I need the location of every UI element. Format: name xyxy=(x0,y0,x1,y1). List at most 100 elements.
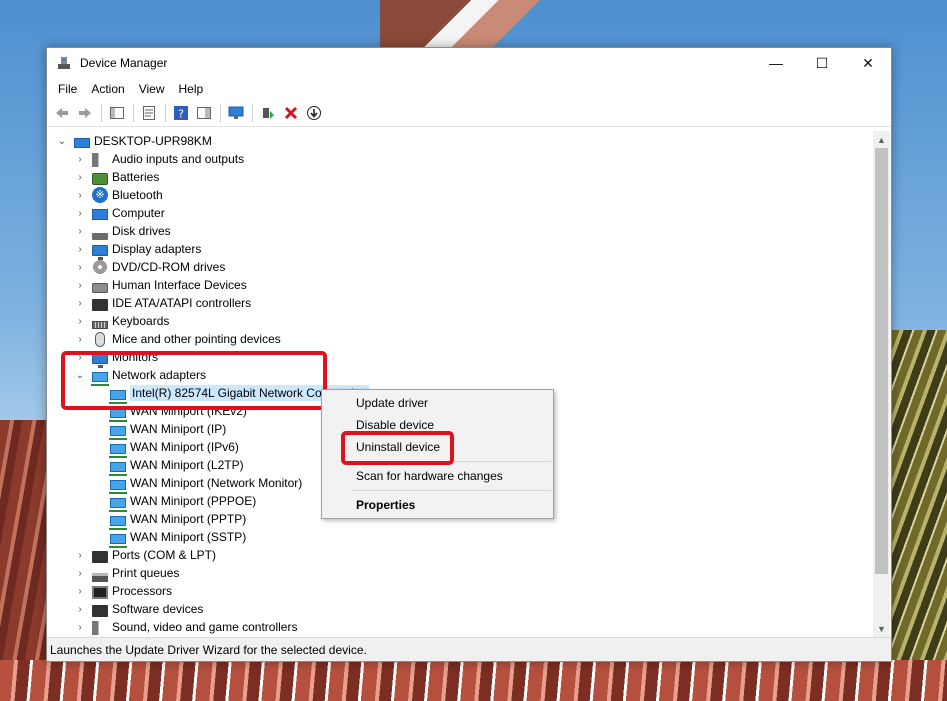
menu-item-update-driver[interactable]: Update driver xyxy=(356,393,428,413)
tree-category[interactable]: › Mice and other pointing devices xyxy=(74,330,281,348)
computer-icon xyxy=(74,138,90,148)
vertical-scrollbar[interactable]: ▲ ▼ xyxy=(873,131,890,637)
tree-device[interactable]: WAN Miniport (SSTP) xyxy=(109,528,246,548)
chevron-right-icon[interactable]: › xyxy=(74,330,86,348)
show-hide-console-tree-icon[interactable] xyxy=(106,102,128,124)
tree-device[interactable]: WAN Miniport (Network Monitor) xyxy=(109,474,302,494)
battery-icon xyxy=(92,173,108,185)
chevron-right-icon[interactable]: › xyxy=(74,186,86,204)
tree-category-label: Computer xyxy=(112,206,165,220)
chevron-right-icon[interactable]: › xyxy=(74,600,86,618)
menu-item-scan-hardware[interactable]: Scan for hardware changes xyxy=(356,466,503,486)
tree-category[interactable]: › Human Interface Devices xyxy=(74,276,247,294)
tree-root[interactable]: ⌄ DESKTOP-UPR98KM xyxy=(56,132,212,150)
tree-category[interactable]: › Ports (COM & LPT) xyxy=(74,546,216,564)
menu-help[interactable]: Help xyxy=(172,78,211,100)
chevron-right-icon[interactable]: › xyxy=(74,204,86,222)
chevron-right-icon[interactable]: › xyxy=(74,582,86,600)
tree-category[interactable]: › Disk drives xyxy=(74,222,171,240)
menu-view[interactable]: View xyxy=(132,78,172,100)
chevron-right-icon[interactable]: › xyxy=(74,294,86,312)
tree-category[interactable]: › IDE ATA/ATAPI controllers xyxy=(74,294,251,312)
software-device-icon xyxy=(92,605,108,617)
help-icon[interactable]: ? xyxy=(170,102,192,124)
chevron-right-icon[interactable]: › xyxy=(74,150,86,168)
minimize-button[interactable]: — xyxy=(753,48,799,78)
chevron-right-icon[interactable]: › xyxy=(74,312,86,330)
menu-file[interactable]: File xyxy=(51,78,84,100)
wallpaper-building-bottom xyxy=(0,660,947,701)
chevron-right-icon[interactable]: › xyxy=(74,222,86,240)
tree-device[interactable]: WAN Miniport (IPv6) xyxy=(109,438,239,458)
tree-category[interactable]: › Software devices xyxy=(74,600,203,618)
processor-icon xyxy=(92,585,108,599)
mouse-icon xyxy=(95,331,105,347)
network-adapter-icon xyxy=(109,462,127,476)
chevron-down-icon[interactable]: ⌄ xyxy=(56,132,68,150)
tree-device[interactable]: WAN Miniport (IP) xyxy=(109,420,227,440)
tree-category-label: Keyboards xyxy=(112,314,170,328)
tree-category[interactable]: › Keyboards xyxy=(74,312,169,330)
tree-category[interactable]: › ※ Bluetooth xyxy=(74,186,163,204)
status-bar: Launches the Update Driver Wizard for th… xyxy=(47,637,891,661)
tree-device-label: WAN Miniport (IPv6) xyxy=(130,440,239,454)
chevron-right-icon[interactable]: › xyxy=(74,276,86,294)
cd-drive-icon xyxy=(92,259,108,275)
tree-category[interactable]: › Batteries xyxy=(74,168,159,186)
network-adapter-icon xyxy=(109,480,127,494)
scan-hardware-icon[interactable] xyxy=(225,102,247,124)
tree-device-label: WAN Miniport (PPTP) xyxy=(130,512,247,526)
tree-device[interactable]: WAN Miniport (PPPOE) xyxy=(109,492,257,512)
forward-arrow-icon[interactable] xyxy=(74,102,96,124)
update-driver-icon[interactable] xyxy=(257,102,279,124)
close-button[interactable]: ✕ xyxy=(845,48,891,78)
enable-device-icon[interactable] xyxy=(303,102,325,124)
action-pane-icon[interactable] xyxy=(193,102,215,124)
tree-category-label: Ports (COM & LPT) xyxy=(112,548,217,562)
tree-category-label: Bluetooth xyxy=(112,188,163,202)
window-title: Device Manager xyxy=(80,56,168,70)
printer-icon xyxy=(92,572,108,582)
bluetooth-icon: ※ xyxy=(92,187,108,203)
tree-device[interactable]: WAN Miniport (L2TP) xyxy=(109,456,244,476)
menu-separator xyxy=(352,490,551,491)
highlight-box-uninstall-device xyxy=(341,431,454,465)
chevron-right-icon[interactable]: › xyxy=(74,168,86,186)
toolbar-separator xyxy=(133,104,134,122)
tree-category[interactable]: › Print queues xyxy=(74,564,179,582)
tree-category[interactable]: › Sound, video and game controllers xyxy=(74,618,297,636)
back-arrow-icon[interactable] xyxy=(51,102,73,124)
hid-icon xyxy=(92,283,108,293)
tree-category[interactable]: › Computer xyxy=(74,204,165,222)
maximize-button[interactable]: ☐ xyxy=(799,48,845,78)
scroll-up-icon[interactable]: ▲ xyxy=(873,131,890,148)
tree-category[interactable]: › Audio inputs and outputs xyxy=(74,150,244,168)
menu-action[interactable]: Action xyxy=(84,78,131,100)
tree-category[interactable]: › Processors xyxy=(74,582,172,600)
chevron-right-icon[interactable]: › xyxy=(74,618,86,636)
uninstall-device-icon[interactable] xyxy=(280,102,302,124)
port-icon xyxy=(92,551,108,563)
tree-category-label: Software devices xyxy=(112,602,204,616)
tree-device-label: WAN Miniport (L2TP) xyxy=(130,458,244,472)
scroll-down-icon[interactable]: ▼ xyxy=(873,620,890,637)
tree-category-label: Audio inputs and outputs xyxy=(112,152,245,166)
chevron-right-icon[interactable]: › xyxy=(74,546,86,564)
tree-category-label: Disk drives xyxy=(112,224,171,238)
keyboard-icon xyxy=(92,321,108,329)
tree-device-label: WAN Miniport (IP) xyxy=(130,422,227,436)
chevron-right-icon[interactable]: › xyxy=(74,258,86,276)
tree-device[interactable]: WAN Miniport (PPTP) xyxy=(109,510,247,530)
tree-category[interactable]: › DVD/CD-ROM drives xyxy=(74,258,225,276)
tree-device-label: WAN Miniport (PPPOE) xyxy=(130,494,257,508)
chevron-right-icon[interactable]: › xyxy=(74,240,86,258)
display-adapter-icon xyxy=(92,244,108,260)
tree-category-label: Processors xyxy=(112,584,173,598)
menu-item-properties[interactable]: Properties xyxy=(356,495,415,515)
chevron-right-icon[interactable]: › xyxy=(74,564,86,582)
disk-drive-icon xyxy=(92,232,108,240)
scroll-thumb[interactable] xyxy=(875,148,888,574)
properties-icon[interactable] xyxy=(138,102,160,124)
tree-category-label: Mice and other pointing devices xyxy=(112,332,281,346)
tree-category[interactable]: › Display adapters xyxy=(74,240,201,260)
